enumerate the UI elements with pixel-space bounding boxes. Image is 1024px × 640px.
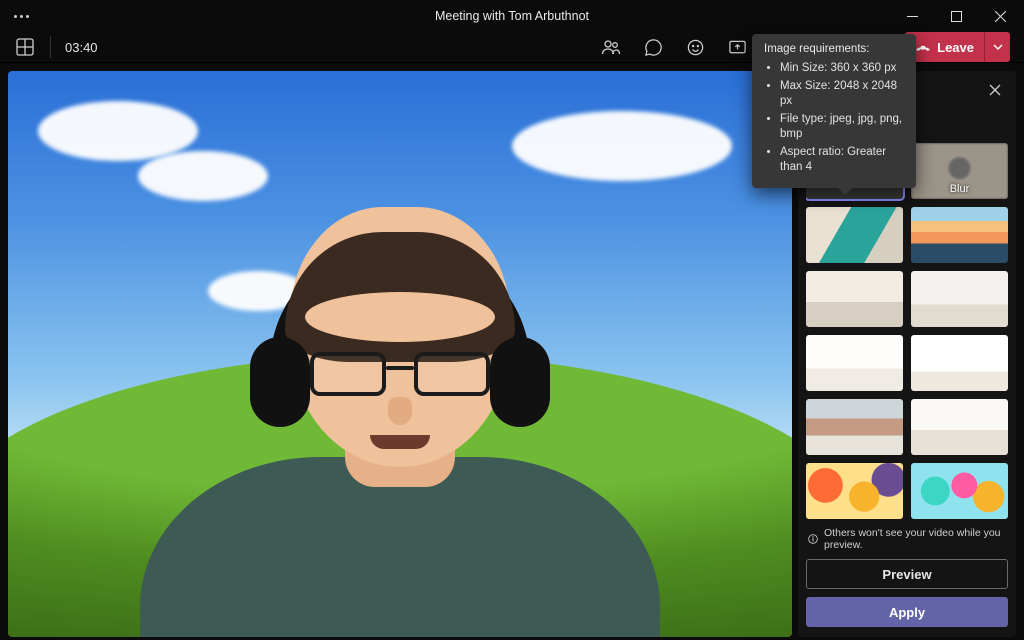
more-menu-icon[interactable] [10, 11, 33, 22]
tooltip-item: Min Size: 360 x 360 px [780, 61, 904, 77]
app-window: Meeting with Tom Arbuthnot 03:40 [0, 0, 1024, 640]
tooltip-item: Max Size: 2048 x 2048 px [780, 79, 904, 110]
close-icon [989, 84, 1001, 96]
background-option-blur[interactable]: Blur [911, 143, 1008, 199]
chevron-down-icon [993, 42, 1003, 52]
info-icon [808, 533, 818, 545]
background-option-7[interactable] [806, 335, 903, 391]
apply-button[interactable]: Apply [806, 597, 1008, 627]
leave-label: Leave [937, 40, 974, 55]
participants-icon[interactable] [600, 36, 622, 58]
tooltip-title: Image requirements: [764, 43, 904, 55]
image-requirements-tooltip: Image requirements: Min Size: 360 x 360 … [752, 34, 916, 188]
background-option-11[interactable] [806, 463, 903, 519]
leave-button[interactable]: Leave [905, 32, 1010, 62]
background-option-3[interactable] [806, 207, 903, 263]
main-video [8, 71, 792, 637]
preview-info: Others won't see your video while you pr… [806, 527, 1008, 551]
minimize-button[interactable] [890, 0, 934, 32]
layout-icon[interactable] [14, 36, 36, 58]
background-option-5[interactable] [806, 271, 903, 327]
chat-icon[interactable] [642, 36, 664, 58]
participant-video [140, 177, 660, 637]
background-option-6[interactable] [911, 271, 1008, 327]
close-panel-button[interactable] [986, 81, 1004, 99]
preview-info-text: Others won't see your video while you pr… [824, 527, 1006, 551]
background-option-9[interactable] [806, 399, 903, 455]
tooltip-item: Aspect ratio: Greater than 4 [780, 145, 904, 176]
preview-button[interactable]: Preview [806, 559, 1008, 589]
background-grid: Blur [806, 143, 1008, 519]
tooltip-item: File type: jpeg, jpg, png, bmp [780, 112, 904, 143]
maximize-button[interactable] [934, 0, 978, 32]
background-option-8[interactable] [911, 335, 1008, 391]
share-screen-icon[interactable] [726, 36, 748, 58]
leave-caret-button[interactable] [984, 32, 1010, 62]
hangup-icon [915, 39, 931, 55]
meeting-timer: 03:40 [65, 40, 98, 55]
background-option-4[interactable] [911, 207, 1008, 263]
background-option-12[interactable] [911, 463, 1008, 519]
window-title: Meeting with Tom Arbuthnot [435, 9, 589, 23]
reactions-icon[interactable] [684, 36, 706, 58]
divider [50, 36, 51, 58]
title-bar: Meeting with Tom Arbuthnot [0, 0, 1024, 32]
close-window-button[interactable] [978, 0, 1022, 32]
background-option-10[interactable] [911, 399, 1008, 455]
blur-label: Blur [950, 183, 970, 195]
